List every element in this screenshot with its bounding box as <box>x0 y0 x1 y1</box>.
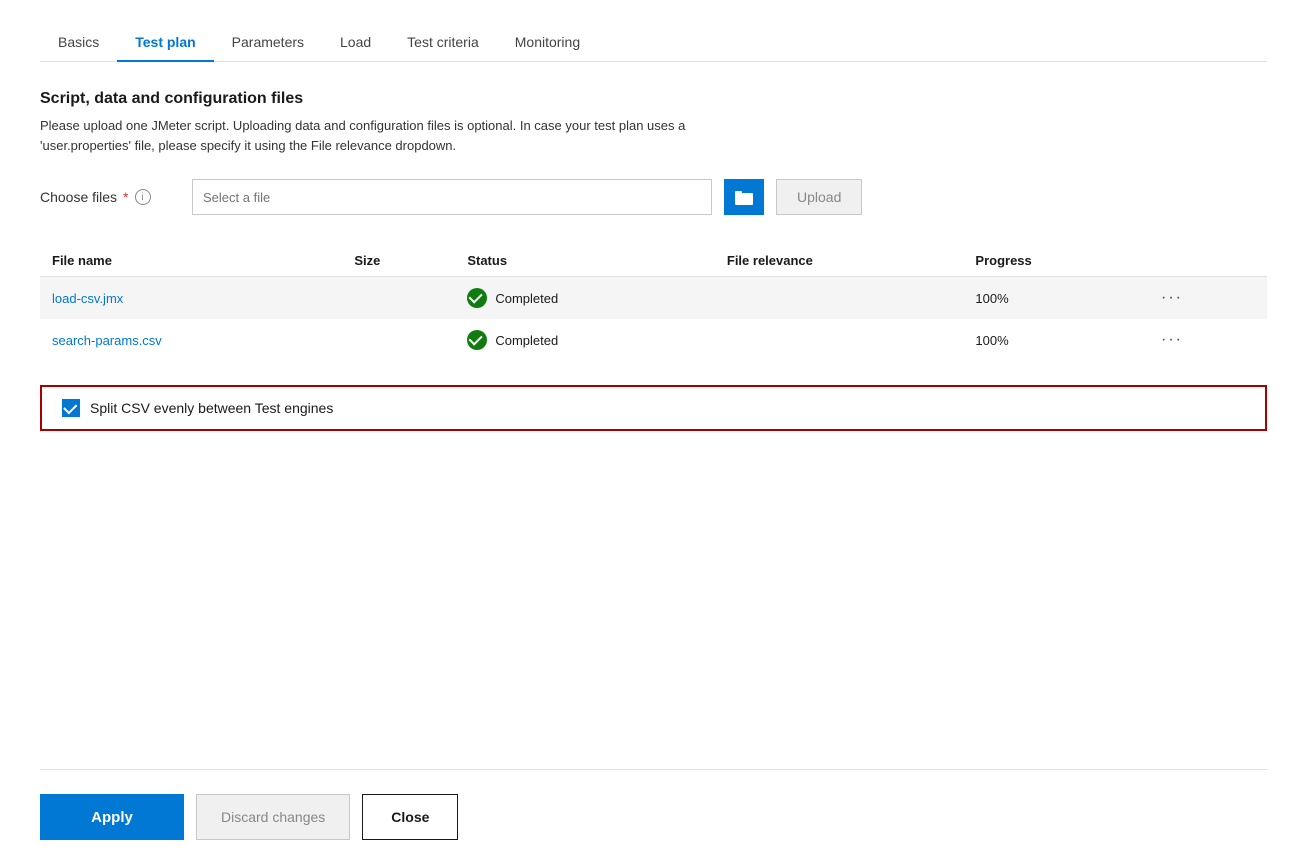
file-table: File name Size Status File relevance Pro… <box>40 245 1267 361</box>
tab-test-criteria[interactable]: Test criteria <box>389 24 497 62</box>
cell-progress: 100% <box>963 277 1145 320</box>
tab-test-plan[interactable]: Test plan <box>117 24 213 62</box>
split-csv-checkbox[interactable] <box>62 399 80 417</box>
status-text: Completed <box>495 333 558 348</box>
close-button[interactable]: Close <box>362 794 458 840</box>
section-description: Please upload one JMeter script. Uploadi… <box>40 116 940 155</box>
split-csv-checkbox-section[interactable]: Split CSV evenly between Test engines <box>40 385 1267 431</box>
col-filename: File name <box>40 245 342 277</box>
col-relevance: File relevance <box>715 245 964 277</box>
upload-button[interactable]: Upload <box>776 179 862 215</box>
folder-icon <box>735 189 753 205</box>
cell-more: ··· <box>1145 319 1267 361</box>
table-row: search-params.csv Completed 100% ··· <box>40 319 1267 361</box>
apply-button[interactable]: Apply <box>40 794 184 840</box>
cell-filename[interactable]: load-csv.jmx <box>40 277 342 320</box>
cell-relevance <box>715 319 964 361</box>
cell-size <box>342 319 455 361</box>
check-icon <box>467 288 487 308</box>
section-title: Script, data and configuration files <box>40 90 1267 108</box>
col-status: Status <box>455 245 715 277</box>
col-size: Size <box>342 245 455 277</box>
cell-relevance <box>715 277 964 320</box>
discard-button[interactable]: Discard changes <box>196 794 350 840</box>
cell-more: ··· <box>1145 277 1267 320</box>
status-text: Completed <box>495 291 558 306</box>
file-browse-button[interactable] <box>724 179 764 215</box>
required-star: * <box>123 189 128 205</box>
more-options-button[interactable]: ··· <box>1157 287 1187 309</box>
tab-load[interactable]: Load <box>322 24 389 62</box>
cell-size <box>342 277 455 320</box>
check-icon <box>467 330 487 350</box>
tab-basics[interactable]: Basics <box>40 24 117 62</box>
file-chooser-label: Choose files * i <box>40 189 180 205</box>
col-actions <box>1145 245 1267 277</box>
col-progress: Progress <box>963 245 1145 277</box>
file-select-input[interactable] <box>192 179 712 215</box>
table-row: load-csv.jmx Completed 100% ··· <box>40 277 1267 320</box>
cell-status: Completed <box>455 319 715 361</box>
cell-filename[interactable]: search-params.csv <box>40 319 342 361</box>
cell-status: Completed <box>455 277 715 320</box>
tab-parameters[interactable]: Parameters <box>214 24 322 62</box>
info-icon[interactable]: i <box>135 189 151 205</box>
tab-navigation: Basics Test plan Parameters Load Test cr… <box>40 24 1267 62</box>
spacer <box>40 455 1267 769</box>
more-options-button[interactable]: ··· <box>1157 329 1187 351</box>
tab-monitoring[interactable]: Monitoring <box>497 24 598 62</box>
split-csv-label: Split CSV evenly between Test engines <box>90 400 333 416</box>
footer: Apply Discard changes Close <box>40 770 1267 864</box>
cell-progress: 100% <box>963 319 1145 361</box>
file-chooser-row: Choose files * i Upload <box>40 179 1267 215</box>
